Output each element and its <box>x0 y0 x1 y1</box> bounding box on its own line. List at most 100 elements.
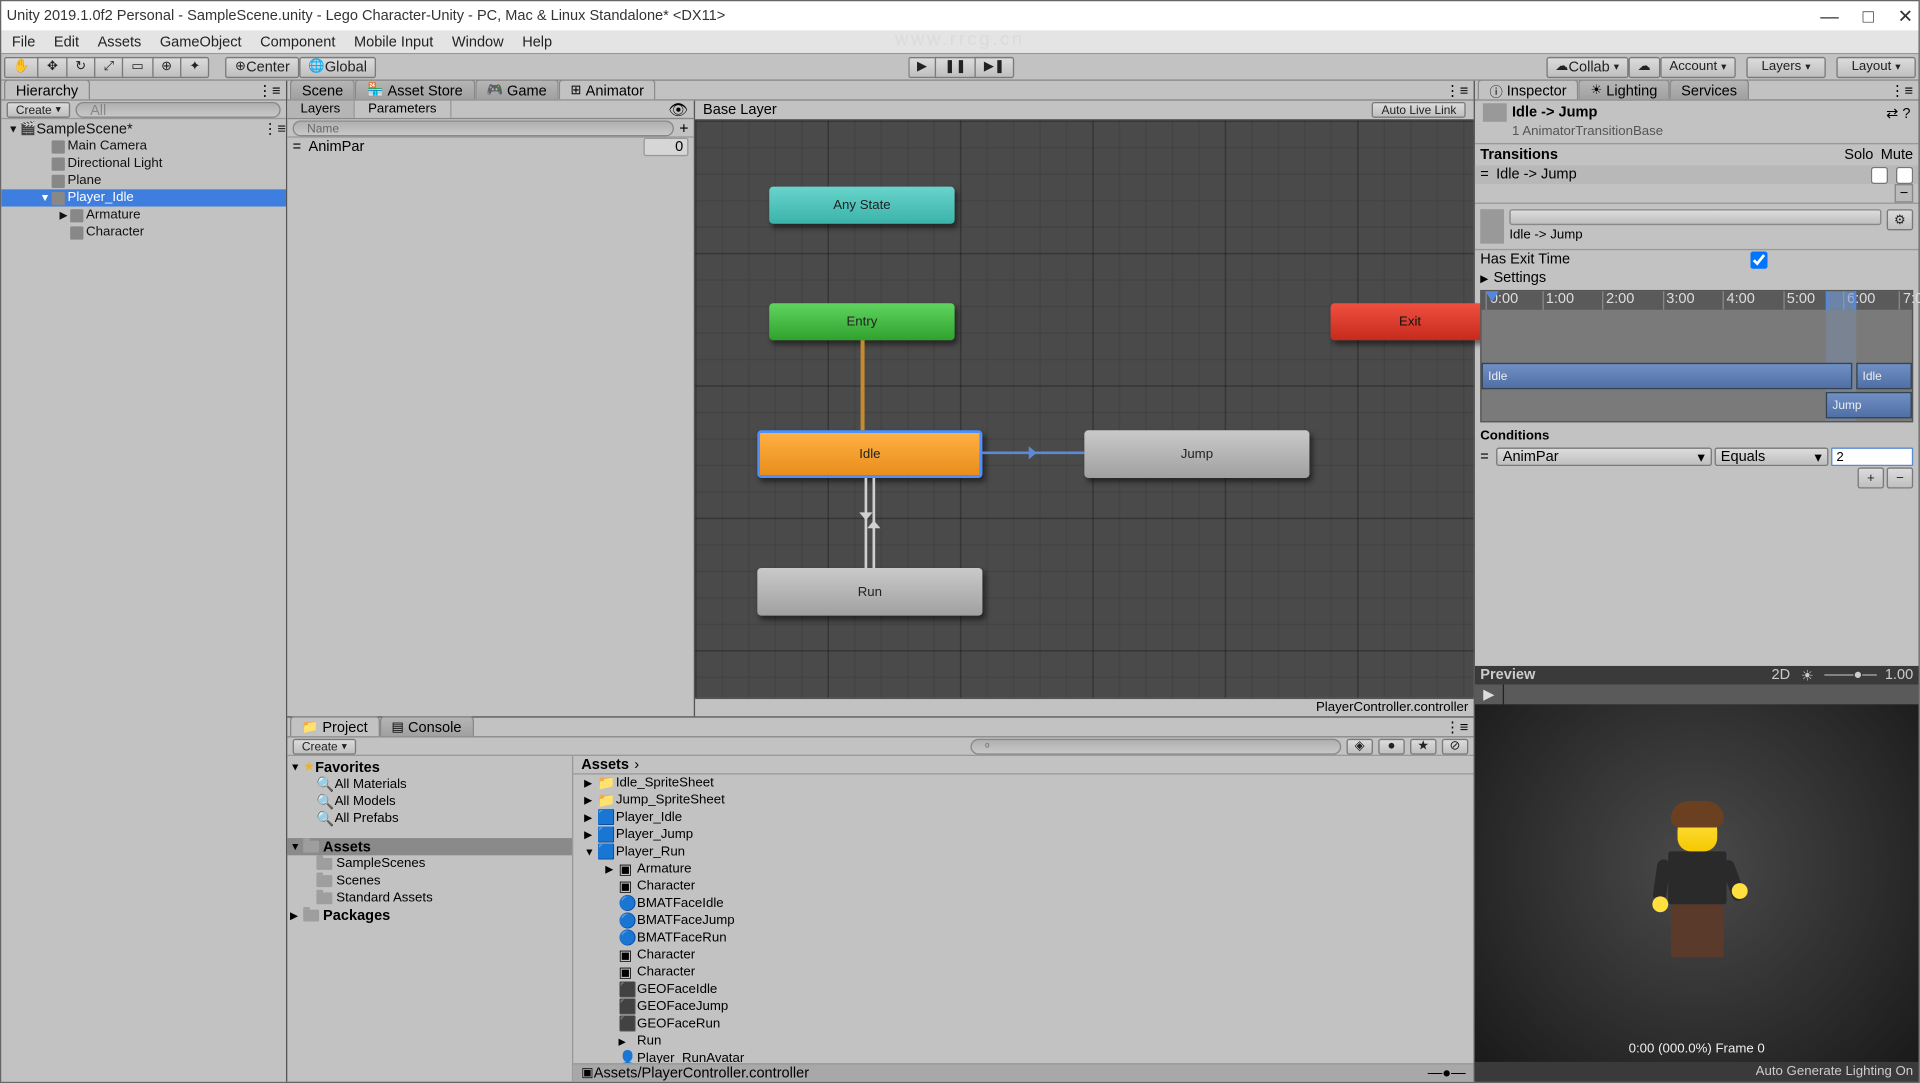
favorite-item[interactable]: 🔍 All Materials <box>287 776 572 793</box>
project-search-input[interactable]: ᵒ <box>970 738 1341 754</box>
subtab-layers[interactable]: Layers <box>287 101 355 118</box>
play-button[interactable]: ▶ <box>908 56 935 77</box>
clip-idle-loop[interactable]: Idle <box>1856 363 1912 389</box>
asset-folder[interactable]: SampleScenes <box>287 855 572 872</box>
rotate-tool-icon[interactable]: ↻ <box>66 56 94 77</box>
settings-icon[interactable]: ⚙ <box>1887 209 1913 230</box>
menu-help[interactable]: Help <box>522 34 552 50</box>
project-create-button[interactable]: Create <box>293 738 357 754</box>
transition-entry-idle[interactable] <box>861 340 865 430</box>
asset-folder[interactable]: Scenes <box>287 873 572 890</box>
layers-dropdown[interactable]: Layers <box>1746 56 1825 77</box>
condition-param-dropdown[interactable]: AnimPar▾ <box>1496 448 1711 467</box>
hierarchy-create-button[interactable]: Create <box>7 101 71 117</box>
node-exit[interactable]: Exit <box>1331 303 1490 340</box>
asset-item[interactable]: 🔵BMATFaceRun <box>573 929 1473 946</box>
clip-jump[interactable]: Jump <box>1826 392 1912 418</box>
menu-edit[interactable]: Edit <box>54 34 79 50</box>
panel-menu-icon[interactable]: ⋮≡ <box>1440 82 1474 99</box>
menu-file[interactable]: File <box>12 34 35 50</box>
tab-lighting[interactable]: ☀ Lighting <box>1579 79 1670 99</box>
menu-gameobject[interactable]: GameObject <box>160 34 242 50</box>
transform-tool-icon[interactable]: ⊕ <box>152 56 180 77</box>
transition-list-item[interactable]: =Idle -> Jump <box>1475 166 1919 185</box>
pause-button[interactable]: ❚❚ <box>935 56 974 77</box>
asset-item[interactable]: ⬛GEOFaceIdle <box>573 981 1473 998</box>
collab-button[interactable]: ☁ Collab <box>1546 56 1628 77</box>
clip-idle[interactable]: Idle <box>1482 363 1852 389</box>
tab-scene[interactable]: Scene <box>290 79 355 99</box>
animator-graph[interactable]: Any State Entry Exit Idle Jump Run <box>695 120 1474 697</box>
has-exit-time-checkbox[interactable] <box>1750 251 1767 268</box>
add-param-button[interactable]: + <box>679 118 688 137</box>
condition-value-input[interactable] <box>1831 448 1913 467</box>
asset-item[interactable]: ▶🟦Player_Jump <box>573 826 1473 843</box>
minimize-icon[interactable]: — <box>1820 5 1839 28</box>
preview-scrubber[interactable] <box>1504 685 1918 705</box>
move-tool-icon[interactable]: ✥ <box>38 56 66 77</box>
asset-item[interactable]: ▶▣Armature <box>573 861 1473 878</box>
preview-viewport[interactable]: 0:00 (000.0%) Frame 0 <box>1475 704 1919 1061</box>
tab-hierarchy[interactable]: Hierarchy <box>4 79 90 99</box>
hierarchy-item[interactable]: Plane <box>1 172 286 189</box>
search-filter-icon[interactable]: ● <box>1378 738 1404 754</box>
hierarchy-item[interactable]: ▼Player_Idle <box>1 189 286 206</box>
transition-timeline[interactable]: 0:00 1:00 2:00 3:00 4:00 5:00 6:00 7:0 I… <box>1480 290 1913 422</box>
asset-item[interactable]: ▣Character <box>573 947 1473 964</box>
tab-assetstore[interactable]: 🏪 Asset Store <box>355 79 475 99</box>
asset-item[interactable]: ▣Character <box>573 964 1473 981</box>
menu-assets[interactable]: Assets <box>98 34 142 50</box>
layout-dropdown[interactable]: Layout <box>1836 56 1915 77</box>
asset-item[interactable]: ▶🟦Player_Idle <box>573 809 1473 826</box>
panel-menu-icon[interactable]: ⋮≡ <box>1440 719 1474 736</box>
menu-window[interactable]: Window <box>452 34 504 50</box>
node-anystate[interactable]: Any State <box>769 187 954 224</box>
step-button[interactable]: ▶❚ <box>975 56 1015 77</box>
asset-item[interactable]: 🔵BMATFaceIdle <box>573 895 1473 912</box>
menu-component[interactable]: Component <box>260 34 335 50</box>
cloud-icon[interactable]: ☁ <box>1628 56 1660 77</box>
transition-range-handle[interactable] <box>1826 291 1856 310</box>
assets-breadcrumb[interactable]: Assets › <box>573 756 1473 775</box>
favorite-item[interactable]: 🔍 All Prefabs <box>287 810 572 827</box>
node-jump[interactable]: Jump <box>1084 430 1309 478</box>
asset-folder[interactable]: Standard Assets <box>287 890 572 907</box>
menu-mobileinput[interactable]: Mobile Input <box>354 34 433 50</box>
tab-console[interactable]: ▤ Console <box>380 716 474 736</box>
custom-tool-icon[interactable]: ✦ <box>180 56 210 77</box>
tab-animator[interactable]: ⊞ Animator <box>559 79 656 99</box>
packages-folder[interactable]: ▶Packages <box>287 907 572 924</box>
scene-root[interactable]: ▼🎬 SampleScene*⋮≡ <box>1 120 286 137</box>
tab-inspector[interactable]: ⓘ Inspector <box>1478 79 1579 99</box>
settings-foldout[interactable]: Settings <box>1493 270 1546 286</box>
hand-tool-icon[interactable]: ✋ <box>4 56 38 77</box>
preview-light-icon[interactable]: ☀ <box>1801 667 1814 684</box>
asset-item[interactable]: ⬛GEOFaceJump <box>573 998 1473 1015</box>
tab-project[interactable]: 📁 Project <box>290 716 380 736</box>
asset-item[interactable]: ⬛GEOFaceRun <box>573 1016 1473 1033</box>
hierarchy-item[interactable]: Main Camera <box>1 138 286 155</box>
favorites-header[interactable]: ▼★ Favorites <box>287 759 572 776</box>
param-search-input[interactable]: Name <box>293 120 674 136</box>
asset-item[interactable]: ▶📁Jump_SpriteSheet <box>573 792 1473 809</box>
node-idle[interactable]: Idle <box>757 430 982 478</box>
asset-item[interactable]: ▶📁Idle_SpriteSheet <box>573 775 1473 792</box>
assets-folder[interactable]: ▼Assets <box>287 838 572 855</box>
transition-name-input[interactable] <box>1509 209 1881 225</box>
param-row[interactable]: = AnimPar 0 <box>287 138 693 157</box>
hierarchy-item[interactable]: Directional Light <box>1 155 286 172</box>
pivot-rotation-button[interactable]: 🌐 Global <box>299 56 376 77</box>
panel-menu-icon[interactable]: ⋮≡ <box>1885 82 1919 99</box>
hierarchy-item[interactable]: Character <box>1 224 286 241</box>
playhead-icon[interactable] <box>1486 291 1499 302</box>
asset-item[interactable]: ▸Run <box>573 1033 1473 1050</box>
node-entry[interactable]: Entry <box>769 303 954 340</box>
preview-slider[interactable]: ——●— <box>1824 667 1877 683</box>
favorite-icon[interactable]: ★ <box>1410 738 1436 754</box>
mute-checkbox[interactable] <box>1896 166 1913 183</box>
hierarchy-search-input[interactable]: All <box>76 101 281 117</box>
favorite-item[interactable]: 🔍 All Models <box>287 793 572 810</box>
close-icon[interactable]: ✕ <box>1898 5 1914 28</box>
remove-button[interactable]: − <box>1895 184 1914 203</box>
subtab-parameters[interactable]: Parameters <box>355 101 451 118</box>
